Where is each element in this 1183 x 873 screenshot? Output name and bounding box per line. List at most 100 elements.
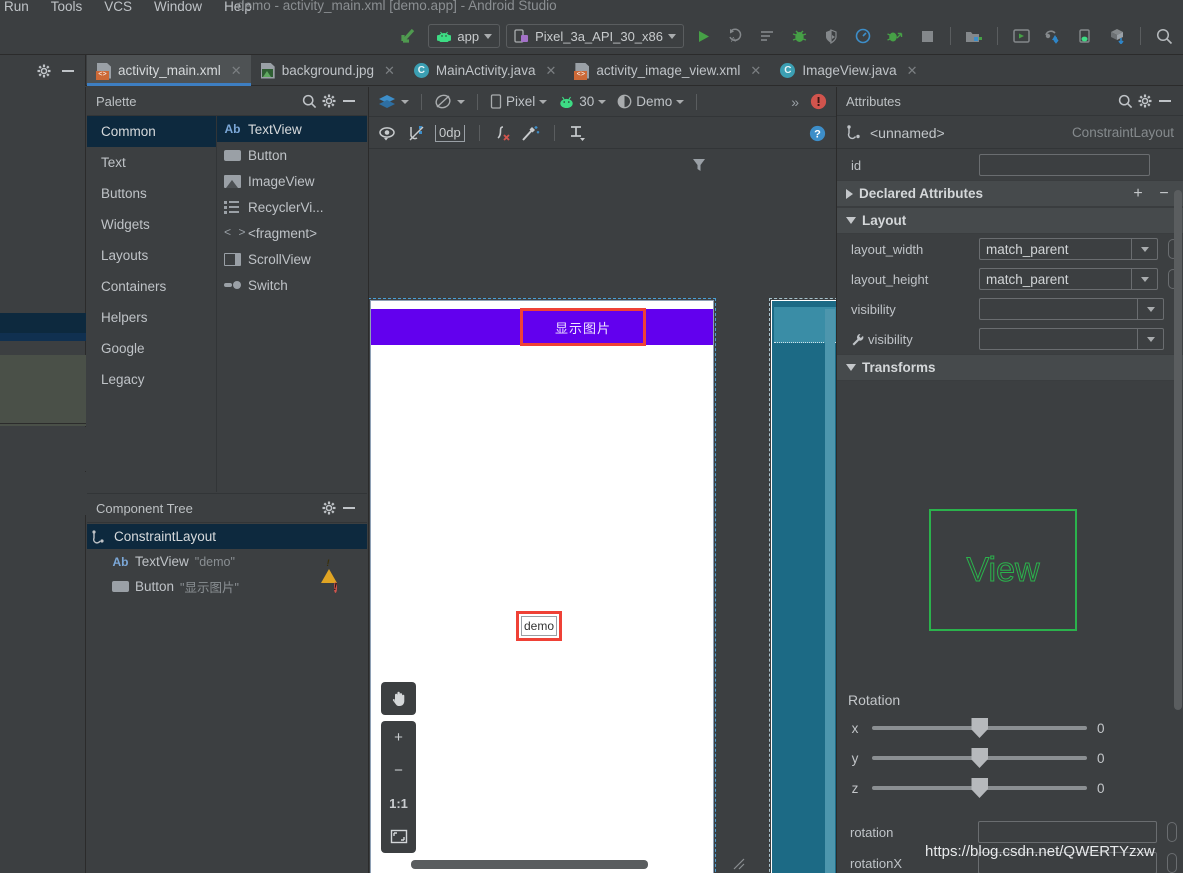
api-level-picker[interactable]: 30 xyxy=(554,92,610,111)
orientation-button[interactable] xyxy=(430,91,469,112)
device-preview[interactable]: 显示图片 demo xyxy=(369,298,716,873)
debug-icon[interactable] xyxy=(786,23,812,49)
attributes-vertical-scrollbar[interactable] xyxy=(1174,190,1182,710)
menu-bar[interactable]: Run Tools VCS Window Help xyxy=(0,0,252,16)
tools-visibility-input[interactable] xyxy=(979,328,1164,350)
menu-item-tools[interactable]: Tools xyxy=(51,0,83,14)
error-icon[interactable] xyxy=(810,93,827,110)
minimize-icon[interactable] xyxy=(339,506,359,510)
project-row-highlight-green[interactable] xyxy=(0,355,86,426)
palette-item-scrollview[interactable]: ScrollView xyxy=(217,246,367,272)
warning-icon[interactable] xyxy=(321,554,337,583)
gear-icon[interactable] xyxy=(319,501,339,515)
palette-item-fragment[interactable]: < > <fragment> xyxy=(217,220,367,246)
menu-item-run[interactable]: Run xyxy=(4,0,29,14)
palette-item-button[interactable]: Button xyxy=(217,142,367,168)
default-margin-value[interactable]: 0dp xyxy=(435,124,465,142)
back-arrow-icon[interactable] xyxy=(396,23,422,49)
component-tree-node-textview[interactable]: Ab TextView "demo" xyxy=(87,549,367,583)
zoom-in-button[interactable]: + xyxy=(381,721,416,754)
slider-thumb[interactable] xyxy=(971,718,988,738)
rotationx-resource-picker[interactable] xyxy=(1167,853,1177,873)
run-with-coverage-icon[interactable] xyxy=(882,23,908,49)
project-row-selected[interactable] xyxy=(0,313,86,333)
layout-height-input[interactable]: match_parent xyxy=(979,268,1158,290)
chevron-down-icon[interactable] xyxy=(1137,299,1163,319)
apply-changes-icon[interactable]: A xyxy=(722,23,748,49)
rotation-y-slider[interactable] xyxy=(872,748,1087,768)
palette-category-buttons[interactable]: Buttons xyxy=(87,178,216,209)
palette-category-common[interactable]: Common xyxy=(87,116,216,147)
menu-item-vcs[interactable]: VCS xyxy=(104,0,132,14)
rotation-resource-picker[interactable] xyxy=(1167,822,1177,842)
palette-item-imageview[interactable]: ImageView xyxy=(217,168,367,194)
component-tree-node-button[interactable]: Button "显示图片" ! xyxy=(87,574,367,599)
resize-grip-icon[interactable] xyxy=(732,857,746,871)
editor-tab-activity-main-xml[interactable]: <> activity_main.xml ✕ xyxy=(87,55,251,86)
search-icon[interactable] xyxy=(299,94,319,109)
eye-icon[interactable] xyxy=(379,126,399,141)
rotation-x-slider[interactable] xyxy=(872,718,1087,738)
canvas-horizontal-scrollbar[interactable] xyxy=(411,860,648,869)
preview-textview-demo[interactable]: demo xyxy=(521,616,557,636)
palette-item-recyclerview[interactable]: RecyclerVi... xyxy=(217,194,367,220)
section-layout[interactable]: Layout xyxy=(837,207,1183,234)
preview-button-show-image[interactable]: 显示图片 xyxy=(520,308,646,346)
palette-item-switch[interactable]: Switch xyxy=(217,272,367,298)
chevron-down-icon[interactable] xyxy=(1131,239,1157,259)
blueprint-preview[interactable] xyxy=(769,298,836,873)
remove-attribute-button[interactable]: − xyxy=(1154,185,1174,203)
rotation-input[interactable] xyxy=(978,821,1157,843)
gear-icon[interactable] xyxy=(319,94,339,108)
clear-constraints-icon[interactable] xyxy=(494,125,512,142)
stop-icon[interactable] xyxy=(914,23,940,49)
palette-category-legacy[interactable]: Legacy xyxy=(87,364,216,395)
attach-debugger-icon[interactable] xyxy=(818,23,844,49)
gear-icon[interactable] xyxy=(37,64,51,78)
close-icon[interactable]: ✕ xyxy=(750,63,761,79)
run-icon[interactable] xyxy=(690,23,716,49)
close-icon[interactable]: ✕ xyxy=(384,63,395,79)
section-transforms[interactable]: Transforms xyxy=(837,354,1183,381)
palette-category-layouts[interactable]: Layouts xyxy=(87,240,216,271)
minimize-icon[interactable] xyxy=(339,99,359,103)
search-icon[interactable] xyxy=(1115,94,1135,109)
layout-width-input[interactable]: match_parent xyxy=(979,238,1158,260)
profiler-icon[interactable] xyxy=(850,23,876,49)
close-icon[interactable]: ✕ xyxy=(907,63,918,79)
id-input[interactable] xyxy=(979,154,1150,176)
infer-constraints-icon[interactable] xyxy=(521,125,540,142)
project-panel-edge[interactable] xyxy=(0,87,86,873)
chevron-down-icon[interactable] xyxy=(1131,269,1157,289)
editor-tab-activity-image-view-xml[interactable]: <> activity_image_view.xml ✕ xyxy=(565,55,770,86)
avd-manager-icon[interactable] xyxy=(1008,23,1034,49)
slider-thumb[interactable] xyxy=(971,778,988,798)
help-icon[interactable]: ? xyxy=(809,125,826,142)
gear-icon[interactable] xyxy=(1135,94,1155,108)
close-icon[interactable]: ✕ xyxy=(545,63,556,79)
palette-category-helpers[interactable]: Helpers xyxy=(87,302,216,333)
module-selector[interactable]: app xyxy=(428,24,501,48)
overflow-icon[interactable]: » xyxy=(791,94,799,110)
sdk-manager-icon[interactable] xyxy=(961,23,987,49)
palette-category-widgets[interactable]: Widgets xyxy=(87,209,216,240)
minimize-icon[interactable] xyxy=(1155,99,1175,103)
editor-tab-mainactivity-java[interactable]: C MainActivity.java ✕ xyxy=(404,55,565,86)
editor-tab-imageview-java[interactable]: C ImageView.java ✕ xyxy=(770,55,926,86)
layout-inspector-icon[interactable] xyxy=(1072,23,1098,49)
editor-tab-background-jpg[interactable]: background.jpg ✕ xyxy=(251,55,404,86)
zoom-to-fit-icon[interactable] xyxy=(381,820,416,853)
palette-category-google[interactable]: Google xyxy=(87,333,216,364)
sync-gradle-icon[interactable] xyxy=(1104,23,1130,49)
section-declared-attributes[interactable]: Declared Attributes + − xyxy=(837,180,1183,207)
rotation-z-slider[interactable] xyxy=(872,778,1087,798)
zoom-out-button[interactable]: − xyxy=(381,754,416,787)
align-icon[interactable] xyxy=(569,125,587,142)
menu-item-window[interactable]: Window xyxy=(154,0,202,14)
add-attribute-button[interactable]: + xyxy=(1128,185,1148,203)
palette-category-text[interactable]: Text xyxy=(87,147,216,178)
theme-picker[interactable]: Demo xyxy=(613,92,688,111)
design-canvas[interactable]: 显示图片 demo + − 1:1 xyxy=(369,150,836,873)
autoconnect-off-icon[interactable] xyxy=(408,125,426,142)
error-icon[interactable]: ! xyxy=(333,578,337,595)
